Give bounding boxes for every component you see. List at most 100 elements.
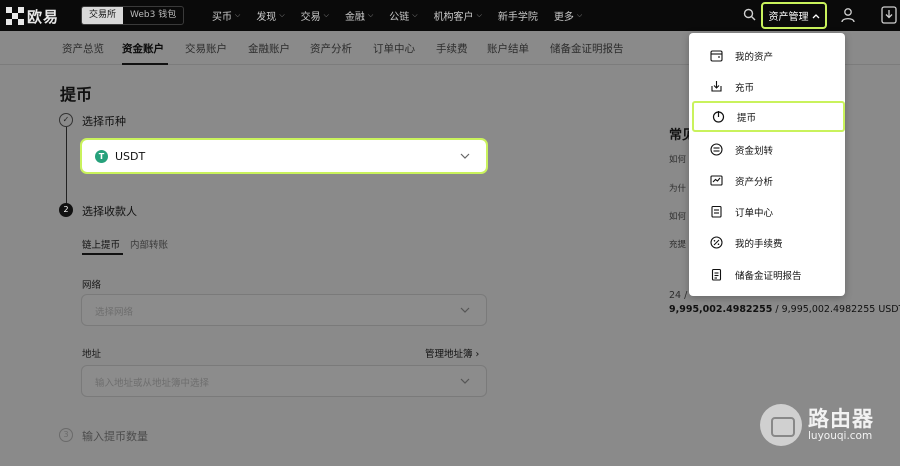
menu-item-proof-of-reserves[interactable]: 储备金证明报告 (689, 259, 845, 290)
menu-item-my-fees[interactable]: 我的手续费 (689, 227, 845, 258)
menu-item-more[interactable]: 更多 ⌵ (554, 8, 582, 23)
faq-link[interactable]: 如何 (669, 153, 686, 165)
step-done-icon: ✓ (59, 113, 73, 127)
network-placeholder: 选择网络 (95, 307, 134, 318)
limit-used: 9,995,002.4982255 (669, 304, 773, 315)
transfer-icon (710, 143, 723, 156)
chevron-down-icon (460, 153, 470, 159)
faq-link[interactable]: 如何 (669, 210, 686, 222)
menu-item-label: 订单中心 (735, 207, 774, 219)
chevron-down-icon: ⌵ (235, 11, 241, 19)
segment-exchange[interactable]: 交易所 (82, 7, 124, 24)
menu-item-institutional[interactable]: 机构客户 ⌵ (434, 8, 482, 23)
tab-underline (82, 253, 123, 255)
address-input[interactable]: 输入地址或从地址簿中选择 (81, 365, 487, 397)
menu-item-trade[interactable]: 交易 ⌵ (301, 8, 329, 23)
subnav-tab-earn[interactable]: 金融账户 (248, 41, 290, 56)
segment-web3-wallet[interactable]: Web3 钱包 (123, 7, 183, 24)
tab-internal-transfer[interactable]: 内部转账 (130, 237, 168, 251)
download-icon[interactable] (881, 6, 897, 24)
menu-item-discover[interactable]: 发现 ⌵ (256, 8, 284, 23)
chevron-up-icon (812, 13, 819, 18)
menu-item-label: 我的资产 (735, 51, 774, 63)
watermark: 路由器 luyouqi.com (760, 404, 874, 446)
watermark-en: luyouqi.com (808, 429, 873, 442)
faq-link[interactable]: 充提 (669, 238, 686, 250)
menu-label: 机构客户 (433, 12, 474, 23)
menu-label: 新手学院 (497, 12, 538, 23)
subnav-tab-statements[interactable]: 账户结单 (487, 41, 529, 56)
asset-management-label: 资产管理 (768, 12, 809, 23)
menu-item-label: 我的手续费 (735, 238, 783, 250)
menu-item-label: 储备金证明报告 (735, 270, 802, 282)
watermark-text: 路由器 luyouqi.com (808, 408, 874, 441)
subnav-tab-funding[interactable]: 资金账户 (122, 41, 164, 56)
router-logo-icon (760, 404, 802, 446)
subnav-tab-fees[interactable]: 手续费 (436, 41, 468, 56)
limit-value: 9,995,002.4982255 / 9,995,002.4982255 US… (669, 304, 900, 315)
chevron-down-icon (460, 378, 470, 384)
menu-label: 交易 (300, 12, 321, 23)
active-tab-underline (122, 63, 168, 65)
tether-icon: T (95, 150, 108, 163)
chart-icon (710, 175, 723, 186)
okx-logo[interactable]: 欧易 (6, 6, 59, 26)
tab-onchain-withdraw[interactable]: 链上提币 (82, 237, 120, 251)
menu-item-label: 提币 (737, 112, 757, 124)
step2-number: 2 (59, 203, 73, 217)
subnav-tab-analysis[interactable]: 资产分析 (310, 41, 352, 56)
coin-select[interactable]: T USDT (80, 138, 488, 174)
menu-item-my-assets[interactable]: 我的资产 (689, 40, 845, 71)
order-icon (711, 205, 722, 218)
menu-item-finance[interactable]: 金融 ⌵ (345, 8, 373, 23)
menu-item-label: 资产分析 (735, 176, 774, 188)
network-label: 网络 (82, 280, 102, 291)
step3-label: 输入提币数量 (82, 430, 148, 443)
network-select[interactable]: 选择网络 (81, 294, 487, 326)
menu-item-buy[interactable]: 买币 ⌵ (212, 8, 240, 23)
step3-number: 3 (59, 428, 73, 442)
limit-label: 24 / (669, 290, 688, 301)
step1-label: 选择币种 (82, 115, 126, 128)
manage-address-book-link[interactable]: 管理地址簿 › (425, 346, 479, 360)
menu-item-withdraw[interactable]: 提币 (692, 101, 845, 132)
asset-management-menu: 我的资产 充币 提币 资金划转 资产分析 订单中心 我的手续费 储备金证明报告 (689, 33, 845, 296)
chevron-down-icon: ⌵ (576, 11, 583, 19)
menu-item-order-center[interactable]: 订单中心 (689, 196, 845, 227)
deposit-icon (711, 81, 722, 92)
menu-item-label: 充币 (735, 82, 755, 94)
menu-label: 公链 (389, 12, 410, 23)
top-nav: 欧易 交易所 Web3 钱包 买币 ⌵ 发现 ⌵ 交易 ⌵ 金融 ⌵ 公链 ⌵ 机构客户 ⌵… (0, 0, 900, 31)
search-icon[interactable] (743, 8, 756, 21)
menu-item-academy[interactable]: 新手学院 (498, 8, 538, 23)
subnav-tab-overview[interactable]: 资产总览 (62, 41, 104, 56)
chevron-down-icon: ⌵ (279, 11, 285, 19)
page-title: 提币 (60, 85, 93, 104)
logo-text: 欧易 (27, 7, 60, 26)
step2-label: 选择收款人 (82, 205, 137, 218)
menu-item-chain[interactable]: 公链 ⌵ (389, 8, 417, 23)
menu-label: 买币 (212, 12, 232, 23)
main-menu: 买币 ⌵ 发现 ⌵ 交易 ⌵ 金融 ⌵ 公链 ⌵ 机构客户 ⌵ 新手学院 更多 ⌵ (212, 0, 598, 31)
menu-item-deposit[interactable]: 充币 (689, 71, 845, 102)
chevron-down-icon: ⌵ (412, 11, 418, 19)
report-icon (711, 268, 722, 281)
step-connector (66, 127, 67, 209)
subnav-tab-orders[interactable]: 订单中心 (373, 41, 415, 56)
withdraw-icon (712, 111, 725, 123)
chevron-down-icon: ⌵ (367, 11, 374, 19)
menu-item-transfer[interactable]: 资金划转 (689, 134, 845, 165)
wallet-icon (710, 50, 723, 62)
user-icon[interactable] (840, 7, 856, 23)
asset-management-button[interactable]: 资产管理 (761, 2, 827, 29)
fee-icon (710, 236, 723, 249)
limit-total: / 9,995,002.4982255 USDT (772, 304, 900, 315)
subnav-tab-proof-of-reserves[interactable]: 储备金证明报告 (550, 41, 624, 56)
menu-item-asset-analysis[interactable]: 资产分析 (689, 165, 845, 196)
faq-link[interactable]: 为什 (669, 182, 686, 194)
watermark-cn: 路由器 (808, 407, 874, 432)
chevron-down-icon (460, 307, 470, 313)
platform-switch: 交易所 Web3 钱包 (81, 6, 185, 25)
address-placeholder: 输入地址或从地址簿中选择 (95, 378, 210, 389)
subnav-tab-trading[interactable]: 交易账户 (185, 41, 227, 56)
